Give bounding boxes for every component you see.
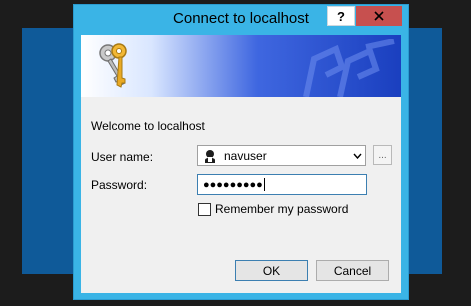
banner [81,35,401,97]
username-combobox[interactable]: navuser [197,145,366,166]
welcome-text: Welcome to localhost [91,119,205,133]
password-label: Password: [91,178,148,192]
titlebar: Connect to localhost ? [74,5,408,33]
chevron-down-icon [352,153,362,159]
close-icon [374,11,384,21]
help-button[interactable]: ? [327,6,355,26]
dropdown-button[interactable] [349,153,365,159]
remember-label: Remember my password [215,202,349,216]
cancel-button[interactable]: Cancel [316,260,389,281]
text-caret [263,178,265,191]
close-button[interactable] [356,6,402,26]
password-input[interactable]: ●●●●●●●●● [197,174,367,195]
password-value: ●●●●●●●●● [203,178,263,191]
checkbox-box[interactable] [198,202,211,216]
login-dialog: Connect to localhost ? Welcome to localh… [73,4,409,300]
ok-button[interactable]: OK [235,260,308,281]
remember-password-checkbox[interactable]: Remember my password [198,202,348,216]
username-value: navuser [224,148,267,163]
user-avatar-icon [205,149,215,163]
username-label: User name: [91,150,154,164]
keys-icon [99,43,127,88]
help-icon: ? [337,8,345,24]
logo-watermark-icon [303,39,395,97]
browse-users-button[interactable]: ... [373,145,392,165]
dialog-body: Welcome to localhost User name: navuser … [81,35,401,293]
